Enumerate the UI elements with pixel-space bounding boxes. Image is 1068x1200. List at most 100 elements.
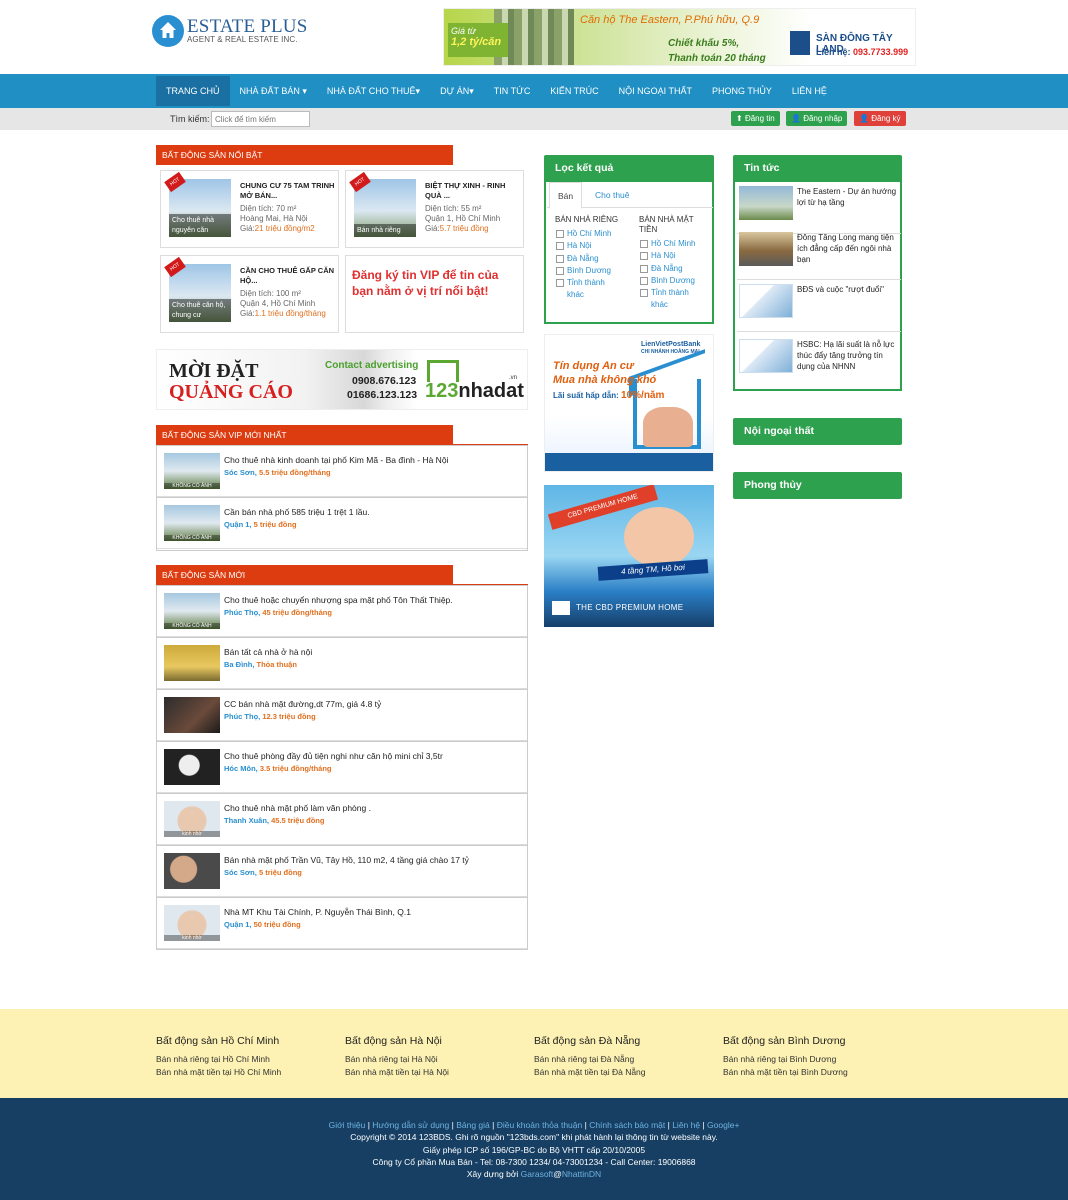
footer-link[interactable]: Bán nhà mặt tiền tại Hà Nội [345,1066,449,1079]
listing-meta: Thanh Xuân, 45.5 triệu đồng [224,816,325,825]
interior-box[interactable]: Nội ngoại thất [733,418,902,445]
hot-badge: HOT [349,171,371,193]
listing-title[interactable]: Cho thuê nhà kinh doanh tại phố Kim Mã -… [224,455,448,465]
list-item[interactable]: KHÔNG CÓ ẢNH Cho thuê hoặc chuyển nhượng… [157,585,527,637]
list-item[interactable]: CC bán nhà mặt đường,dt 77m, giá 4.8 tỷ … [157,689,527,741]
featured-card[interactable]: HOT Cho thuê nhà nguyên căn CHUNG CƯ 75 T… [160,170,339,248]
listing-title[interactable]: Cần bán nhà phố 585 triệu 1 trệt 1 lầu. [224,507,370,517]
filter-option[interactable]: Đà Nẵng [555,253,627,265]
ad-phone-2: 01686.123.123 [347,389,418,401]
nav-contact[interactable]: Liên hệ [782,76,837,106]
tab-rent[interactable]: Cho thuê [587,182,638,209]
listing-meta: Sóc Sơn, 5.5 triệu đồng/tháng [224,468,331,477]
featured-title[interactable]: BIỆT THỰ XINH - RINH QUÀ ... [425,181,520,201]
footer-nav-link[interactable]: Liên hệ [672,1120,700,1130]
thumbnail: KHÔNG CÓ ẢNH [164,505,220,541]
register-button[interactable]: 👤 Đăng ký [854,111,906,126]
listing-title[interactable]: Bán tất cả nhà ở hà nội [224,647,312,657]
nav-projects[interactable]: Dự án▾ [430,76,484,106]
listing-title[interactable]: Cho thuê phòng đầy đủ tiện nghi như căn … [224,751,443,761]
search-input[interactable] [211,111,310,127]
nav-news[interactable]: Tin tức [484,76,541,106]
listing-title[interactable]: Bán nhà mặt phố Trần Vũ, Tây Hồ, 110 m2,… [224,855,469,865]
tab-sale[interactable]: Bán [549,182,583,209]
footer-link[interactable]: Bán nhà mặt tiền tại Bình Dương [723,1066,848,1079]
listing-meta: Ba Đình, Thỏa thuận [224,660,297,669]
news-item[interactable]: BĐS và cuộc "rượt đuổi" [737,280,901,332]
nav-fengshui[interactable]: Phong thủy [702,76,782,106]
cbd-premium-ad[interactable]: CBD PREMIUM HOME 4 tầng TM, Hồ bơi THE C… [544,485,714,627]
featured-card[interactable]: HOT Bán nhà riêng BIỆT THỰ XINH - RINH QU… [345,170,524,248]
ad-strip: 4 tầng TM, Hồ bơi [597,559,709,581]
site-logo[interactable]: ESTATE PLUS AGENT & REAL ESTATE INC. [152,14,312,54]
footer-nav-link[interactable]: Giới thiệu [329,1120,366,1130]
user-icon: 👤 [791,114,801,123]
listing-title[interactable]: Cho thuê nhà mặt phố làm văn phòng . [224,803,371,813]
listing-title[interactable]: Nhà MT Khu Tài Chính, P. Nguyễn Thái Bìn… [224,907,411,917]
featured-title[interactable]: CẦN CHO THUÊ GẤP CĂN HỘ... [240,266,335,286]
listing-title[interactable]: Cho thuê hoặc chuyển nhượng spa mặt phố … [224,595,453,605]
news-item[interactable]: Đông Tăng Long mang tiện ích đẳng cấp đế… [737,228,901,280]
footer-nav-link[interactable]: Bảng giá [456,1120,490,1130]
filter-option[interactable]: Hồ Chí Minh [555,228,627,240]
footer-nav-link[interactable]: Google+ [707,1120,739,1130]
top-banner-ad[interactable]: Giá từ 1,2 tỷ/căn Căn hộ The Eastern, P.P… [443,8,916,66]
listing-meta: Phúc Thọ, 12.3 triệu đồng [224,712,316,721]
fengshui-box[interactable]: Phong thủy [733,472,902,499]
featured-card[interactable]: HOT Cho thuê căn hộ, chung cư CẦN CHO THU… [160,255,339,333]
footer-nav-link[interactable]: Điều khoản thỏa thuận [497,1120,583,1130]
ad-contact: Liên hệ: 093.7733.999 [816,47,909,57]
nav-rent[interactable]: Nhà đất cho thuê▾ [317,76,430,106]
list-item[interactable]: Cho thuê phòng đầy đủ tiện nghi như căn … [157,741,527,793]
filter-option[interactable]: Tỉnh thành khác [555,277,605,302]
filter-option[interactable]: Đà Nẵng [639,263,711,275]
footer-link[interactable]: Bán nhà mặt tiền tại Đà Nẵng [534,1066,646,1079]
filter-option[interactable]: Hà Nội [555,240,627,252]
footer-link[interactable]: Bán nhà riêng tại Bình Dương [723,1053,848,1066]
news-headline[interactable]: The Eastern - Dự án hướng lợi từ hạ tầng [797,186,901,208]
nav-interior[interactable]: Nội ngoại thất [609,76,702,106]
filter-option[interactable]: Bình Dương [639,275,711,287]
news-item[interactable]: The Eastern - Dự án hướng lợi từ hạ tầng [737,182,901,234]
filter-option[interactable]: Hà Nội [639,250,711,262]
nav-home[interactable]: Trang chủ [156,76,230,106]
nav-sale[interactable]: Nhà đất bán ▾ [230,76,317,106]
list-item[interactable]: kinh nhờ Nhà MT Khu Tài Chính, P. Nguyễn… [157,897,527,949]
nav-architecture[interactable]: Kiến trúc [540,76,608,106]
news-headline[interactable]: HSBC: Hạ lãi suất là nỗ lực thúc đẩy tăn… [797,339,901,373]
featured-location: Hoàng Mai, Hà Nội [240,214,308,223]
footer-link[interactable]: Bán nhà riêng tại Hồ Chí Minh [156,1053,281,1066]
filter-option[interactable]: Tỉnh thành khác [639,287,689,312]
news-headline[interactable]: BĐS và cuộc "rượt đuổi" [797,284,901,295]
footer-nav-link[interactable]: Hướng dẫn sử dụng [372,1120,449,1130]
list-item[interactable]: KHÔNG CÓ ẢNH Cần bán nhà phố 585 triệu 1… [157,497,527,549]
login-button[interactable]: 👤 Đăng nhập [786,111,848,126]
news-item[interactable]: HSBC: Hạ lãi suất là nỗ lực thúc đẩy tăn… [737,335,901,387]
list-item[interactable]: KHÔNG CÓ ẢNH Cho thuê nhà kinh doanh tại… [157,445,527,497]
list-item[interactable]: Bán nhà mặt phố Trần Vũ, Tây Hồ, 110 m2,… [157,845,527,897]
list-item[interactable]: kinh nhờ Cho thuê nhà mặt phố làm văn ph… [157,793,527,845]
footer-nav-link[interactable]: Chính sách bảo mật [589,1120,665,1130]
bank-loan-ad[interactable]: LienVietPostBank CHI NHÁNH HOÀNG MAI Tín … [544,334,714,472]
vip-promo[interactable]: Đăng ký tin VIP để tin của bạn nằm ở vị … [345,255,524,333]
footer: Giới thiệu | Hướng dẫn sử dụng | Bảng gi… [0,1098,1068,1200]
main-nav: Trang chủ Nhà đất bán ▾ Nhà đất cho thuê… [0,74,1068,108]
news-headline[interactable]: Đông Tăng Long mang tiện ích đẳng cấp đế… [797,232,901,266]
post-listing-button[interactable]: ⬆ Đăng tin [731,111,780,126]
advertise-banner[interactable]: MỜI ĐẶT QUẢNG CÁO Contact advertising 09… [156,349,528,410]
footer-col: Bất động sản Bình Dương Bán nhà riêng tạ… [723,1035,848,1078]
footer-link[interactable]: Bán nhà riêng tại Hà Nội [345,1053,449,1066]
filter-option[interactable]: Bình Dương [555,265,627,277]
featured-title[interactable]: CHUNG CƯ 75 TAM TRINH MỞ BÁN... [240,181,335,201]
news-title: Tin tức [733,155,902,182]
list-item[interactable]: Bán tất cả nhà ở hà nội Ba Đình, Thỏa th… [157,637,527,689]
builder-link[interactable]: Garasoft [521,1169,554,1179]
ad-line-1: MỜI ĐẶT [169,360,259,382]
footer-link[interactable]: Bán nhà mặt tiền tại Hồ Chí Minh [156,1066,281,1079]
built-by: Xây dựng bởi Garasoft@NhattinDN [466,1169,602,1179]
listing-title[interactable]: CC bán nhà mặt đường,dt 77m, giá 4.8 tỷ [224,699,381,709]
builder-link[interactable]: NhattinDN [562,1169,601,1179]
featured-price: Giá:5.7 triệu đồng [425,224,489,233]
filter-option[interactable]: Hồ Chí Minh [639,238,711,250]
footer-link[interactable]: Bán nhà riêng tại Đà Nẵng [534,1053,646,1066]
